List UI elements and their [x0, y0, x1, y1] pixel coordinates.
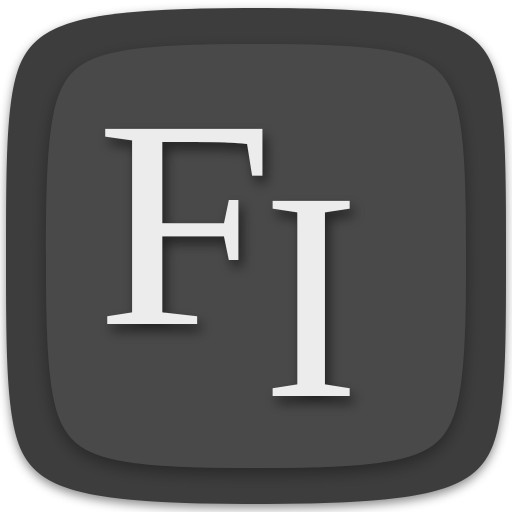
- app-icon[interactable]: F I: [0, 0, 512, 512]
- letter-f: F: [96, 59, 274, 389]
- letter-i: I: [262, 131, 360, 461]
- app-icon-graphic: F I: [6, 8, 506, 504]
